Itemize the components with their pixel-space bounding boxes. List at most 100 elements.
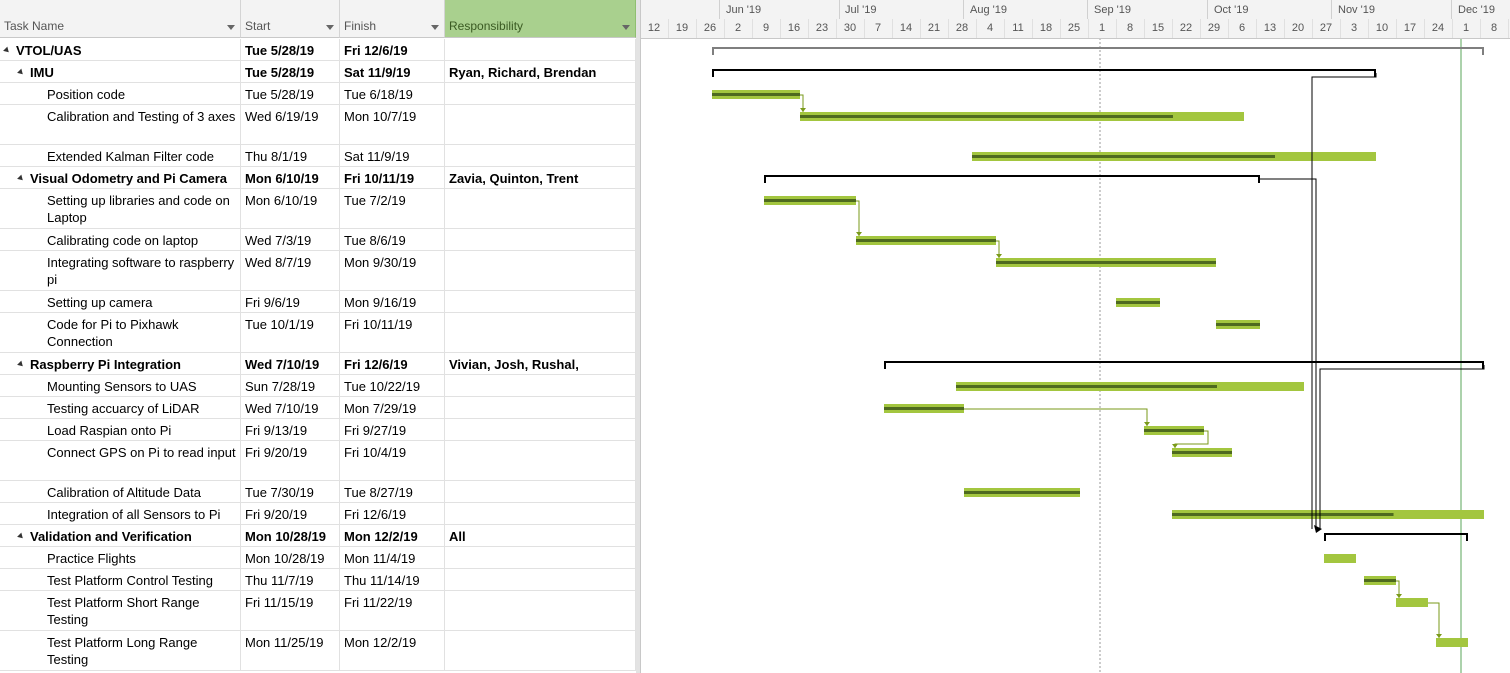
dropdown-arrow-icon[interactable] bbox=[431, 25, 439, 30]
task-row[interactable]: Calibrating code on laptop Wed 7/3/19 Tue … bbox=[0, 229, 636, 251]
task-row[interactable]: Setting up camera Fri 9/6/19 Mon 9/16/19 bbox=[0, 291, 636, 313]
summary-bar[interactable] bbox=[764, 175, 1260, 177]
task-finish-cell[interactable]: Tue 6/18/19 bbox=[340, 83, 445, 104]
task-row[interactable]: Calibration of Altitude Data Tue 7/30/19 T… bbox=[0, 481, 636, 503]
task-name-cell[interactable]: Connect GPS on Pi to read input bbox=[0, 441, 241, 480]
task-name-cell[interactable]: Integration of all Sensors to Pi bbox=[0, 503, 241, 524]
task-finish-cell[interactable]: Fri 12/6/19 bbox=[340, 39, 445, 60]
task-start-cell[interactable]: Fri 9/6/19 bbox=[241, 291, 340, 312]
task-start-cell[interactable]: Wed 6/19/19 bbox=[241, 105, 340, 144]
task-finish-cell[interactable]: Fri 12/6/19 bbox=[340, 503, 445, 524]
task-name-cell[interactable]: Test Platform Short Range Testing bbox=[0, 591, 241, 630]
task-finish-cell[interactable]: Fri 12/6/19 bbox=[340, 353, 445, 374]
task-responsibility-cell[interactable] bbox=[445, 419, 636, 440]
task-name-cell[interactable]: Calibration of Altitude Data bbox=[0, 481, 241, 502]
task-responsibility-cell[interactable] bbox=[445, 591, 636, 630]
task-responsibility-cell[interactable] bbox=[445, 631, 636, 670]
task-finish-cell[interactable]: Mon 7/29/19 bbox=[340, 397, 445, 418]
task-bar[interactable] bbox=[1396, 598, 1428, 607]
task-row[interactable]: Test Platform Long Range Testing Mon 11/2… bbox=[0, 631, 636, 671]
summary-task-row[interactable]: Validation and Verification Mon 10/28/19 M… bbox=[0, 525, 636, 547]
task-finish-cell[interactable]: Sat 11/9/19 bbox=[340, 145, 445, 166]
summary-task-row[interactable]: Raspberry Pi Integration Wed 7/10/19 Fri 1… bbox=[0, 353, 636, 375]
summary-bar[interactable] bbox=[884, 361, 1484, 363]
task-name-cell[interactable]: Testing accuarcy of LiDAR bbox=[0, 397, 241, 418]
task-name-cell[interactable]: Position code bbox=[0, 83, 241, 104]
column-header-responsibility[interactable]: Responsibility bbox=[445, 0, 636, 38]
task-responsibility-cell[interactable] bbox=[445, 503, 636, 524]
task-responsibility-cell[interactable]: Ryan, Richard, Brendan bbox=[445, 61, 636, 82]
task-finish-cell[interactable]: Fri 11/22/19 bbox=[340, 591, 445, 630]
task-responsibility-cell[interactable] bbox=[445, 189, 636, 228]
task-start-cell[interactable]: Sun 7/28/19 bbox=[241, 375, 340, 396]
task-start-cell[interactable]: Fri 9/13/19 bbox=[241, 419, 340, 440]
task-start-cell[interactable]: Mon 10/28/19 bbox=[241, 525, 340, 546]
collapse-triangle-icon[interactable] bbox=[17, 174, 25, 183]
task-responsibility-cell[interactable]: Zavia, Quinton, Trent bbox=[445, 167, 636, 188]
task-responsibility-cell[interactable] bbox=[445, 229, 636, 250]
task-start-cell[interactable]: Mon 6/10/19 bbox=[241, 167, 340, 188]
task-responsibility-cell[interactable] bbox=[445, 39, 636, 60]
task-responsibility-cell[interactable]: All bbox=[445, 525, 636, 546]
task-start-cell[interactable]: Wed 7/10/19 bbox=[241, 353, 340, 374]
column-header-start[interactable]: Start bbox=[241, 0, 340, 38]
task-finish-cell[interactable]: Fri 10/11/19 bbox=[340, 167, 445, 188]
dropdown-arrow-icon[interactable] bbox=[326, 25, 334, 30]
task-responsibility-cell[interactable] bbox=[445, 145, 636, 166]
collapse-triangle-icon[interactable] bbox=[3, 46, 11, 55]
task-row[interactable]: Load Raspian onto Pi Fri 9/13/19 Fri 9/27/… bbox=[0, 419, 636, 441]
task-responsibility-cell[interactable] bbox=[445, 569, 636, 590]
task-start-cell[interactable]: Tue 10/1/19 bbox=[241, 313, 340, 352]
task-finish-cell[interactable]: Fri 9/27/19 bbox=[340, 419, 445, 440]
task-responsibility-cell[interactable] bbox=[445, 441, 636, 480]
summary-task-row[interactable]: IMU Tue 5/28/19 Sat 11/9/19 Ryan, Richard, … bbox=[0, 61, 636, 83]
task-responsibility-cell[interactable] bbox=[445, 547, 636, 568]
task-name-cell[interactable]: Raspberry Pi Integration bbox=[0, 353, 241, 374]
summary-task-row[interactable]: Visual Odometry and Pi Camera Mon 6/10/19… bbox=[0, 167, 636, 189]
task-row[interactable]: Test Platform Short Range Testing Fri 11/… bbox=[0, 591, 636, 631]
task-row[interactable]: Mounting Sensors to UAS Sun 7/28/19 Tue 10… bbox=[0, 375, 636, 397]
task-row[interactable]: Extended Kalman Filter code Thu 8/1/19 Sat… bbox=[0, 145, 636, 167]
task-finish-cell[interactable]: Mon 9/30/19 bbox=[340, 251, 445, 290]
task-name-cell[interactable]: Visual Odometry and Pi Camera bbox=[0, 167, 241, 188]
task-name-cell[interactable]: Load Raspian onto Pi bbox=[0, 419, 241, 440]
task-responsibility-cell[interactable] bbox=[445, 83, 636, 104]
task-row[interactable]: Position code Tue 5/28/19 Tue 6/18/19 bbox=[0, 83, 636, 105]
task-name-cell[interactable]: Test Platform Control Testing bbox=[0, 569, 241, 590]
task-name-cell[interactable]: VTOL/UAS bbox=[0, 39, 241, 60]
task-start-cell[interactable]: Wed 7/10/19 bbox=[241, 397, 340, 418]
task-row[interactable]: Integrating software to raspberry pi Wed … bbox=[0, 251, 636, 291]
task-name-cell[interactable]: Test Platform Long Range Testing bbox=[0, 631, 241, 670]
task-start-cell[interactable]: Tue 5/28/19 bbox=[241, 39, 340, 60]
task-name-cell[interactable]: Calibration and Testing of 3 axes bbox=[0, 105, 241, 144]
task-name-cell[interactable]: Calibrating code on laptop bbox=[0, 229, 241, 250]
task-start-cell[interactable]: Wed 7/3/19 bbox=[241, 229, 340, 250]
task-responsibility-cell[interactable] bbox=[445, 481, 636, 502]
task-row[interactable]: Test Platform Control Testing Thu 11/7/19… bbox=[0, 569, 636, 591]
task-responsibility-cell[interactable]: Vivian, Josh, Rushal, Nicholas bbox=[445, 353, 636, 374]
task-row[interactable]: Setting up libraries and code on Laptop M… bbox=[0, 189, 636, 229]
task-row[interactable]: Testing accuarcy of LiDAR Wed 7/10/19 Mon … bbox=[0, 397, 636, 419]
task-row[interactable]: Integration of all Sensors to Pi Fri 9/20… bbox=[0, 503, 636, 525]
dropdown-arrow-icon[interactable] bbox=[227, 25, 235, 30]
task-responsibility-cell[interactable] bbox=[445, 375, 636, 396]
task-bar[interactable] bbox=[1436, 638, 1468, 647]
task-start-cell[interactable]: Fri 9/20/19 bbox=[241, 441, 340, 480]
task-name-cell[interactable]: Mounting Sensors to UAS bbox=[0, 375, 241, 396]
summary-task-row[interactable]: VTOL/UAS Tue 5/28/19 Fri 12/6/19 bbox=[0, 39, 636, 61]
column-header-finish[interactable]: Finish bbox=[340, 0, 445, 38]
task-row[interactable]: Calibration and Testing of 3 axes Wed 6/1… bbox=[0, 105, 636, 145]
task-finish-cell[interactable]: Tue 8/27/19 bbox=[340, 481, 445, 502]
task-start-cell[interactable]: Tue 5/28/19 bbox=[241, 83, 340, 104]
task-responsibility-cell[interactable] bbox=[445, 397, 636, 418]
task-finish-cell[interactable]: Sat 11/9/19 bbox=[340, 61, 445, 82]
task-start-cell[interactable]: Wed 8/7/19 bbox=[241, 251, 340, 290]
task-start-cell[interactable]: Mon 6/10/19 bbox=[241, 189, 340, 228]
task-finish-cell[interactable]: Mon 11/4/19 bbox=[340, 547, 445, 568]
task-name-cell[interactable]: Validation and Verification bbox=[0, 525, 241, 546]
task-name-cell[interactable]: Extended Kalman Filter code bbox=[0, 145, 241, 166]
task-finish-cell[interactable]: Mon 12/2/19 bbox=[340, 525, 445, 546]
task-name-cell[interactable]: IMU bbox=[0, 61, 241, 82]
task-name-cell[interactable]: Practice Flights bbox=[0, 547, 241, 568]
task-finish-cell[interactable]: Thu 11/14/19 bbox=[340, 569, 445, 590]
